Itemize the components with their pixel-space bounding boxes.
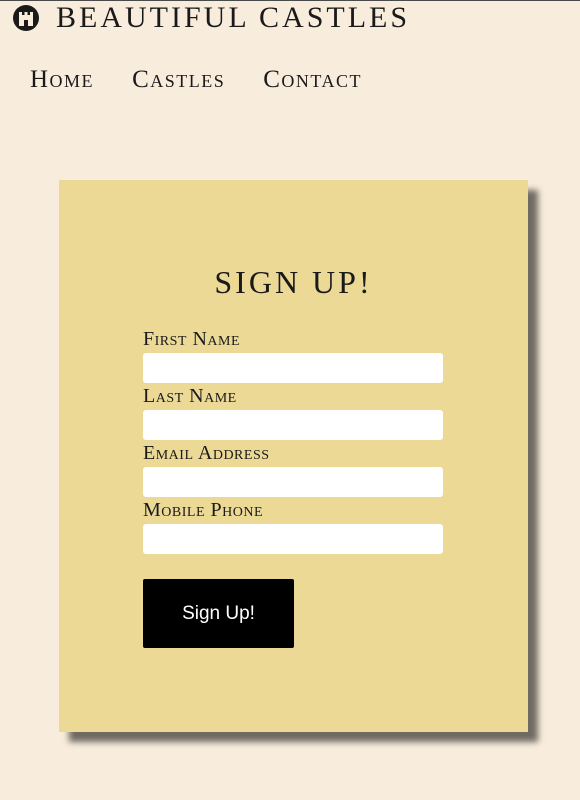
nav-item-home[interactable]: Home bbox=[30, 63, 94, 97]
signup-title: Sign Up! bbox=[214, 264, 373, 300]
email-label: Email Address bbox=[143, 442, 270, 464]
last-name-field[interactable] bbox=[143, 410, 443, 440]
site-title[interactable]: Beautiful Castles bbox=[56, 1, 410, 35]
first-name-field[interactable] bbox=[143, 353, 443, 383]
main-nav: Home Castles Contact bbox=[30, 63, 400, 97]
site-header: Beautiful Castles bbox=[10, 1, 410, 35]
first-name-label: First Name bbox=[143, 328, 241, 350]
nav-item-castles[interactable]: Castles bbox=[132, 63, 225, 97]
email-field[interactable] bbox=[143, 467, 443, 497]
castle-icon[interactable] bbox=[10, 2, 42, 34]
last-name-label: Last Name bbox=[143, 385, 237, 407]
mobile-phone-field[interactable] bbox=[143, 524, 443, 554]
signup-card: Sign Up! First Name Last Name Email Addr… bbox=[59, 180, 528, 732]
nav-item-contact[interactable]: Contact bbox=[263, 63, 362, 97]
mobile-phone-label: Mobile Phone bbox=[143, 499, 264, 521]
sign-up-button[interactable]: Sign Up! bbox=[143, 579, 294, 648]
